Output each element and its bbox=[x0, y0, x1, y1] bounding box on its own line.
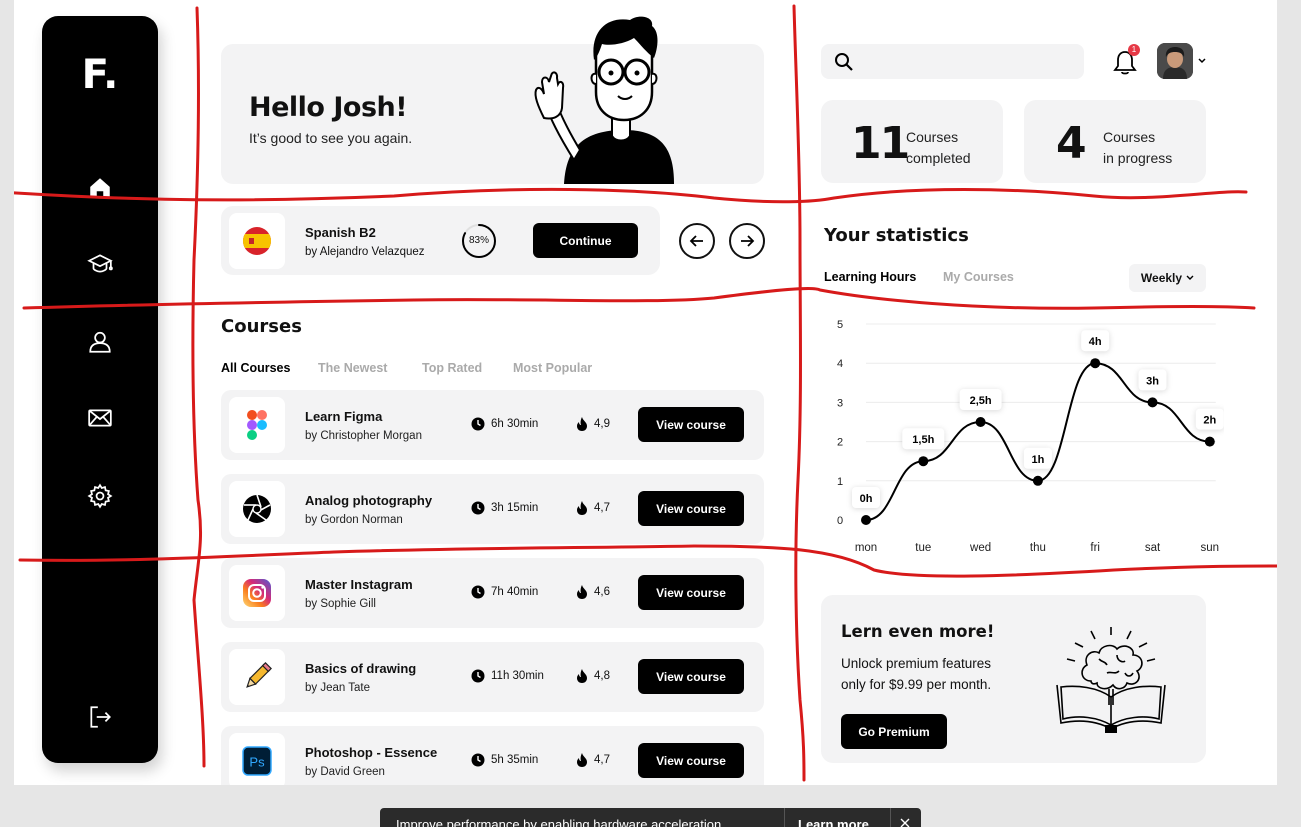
toast-message: Improve performance by enabling hardware… bbox=[396, 817, 722, 827]
close-icon[interactable] bbox=[900, 818, 910, 827]
hardware-acceleration-toast: Improve performance by enabling hardware… bbox=[380, 808, 921, 827]
toast-divider bbox=[784, 808, 785, 827]
app-canvas: F. Hello Josh! It’s good to see you agai… bbox=[14, 0, 1277, 785]
red-annotation-overlay bbox=[14, 4, 1277, 782]
toast-divider bbox=[890, 808, 891, 827]
learn-more-link[interactable]: Learn more bbox=[798, 817, 869, 827]
